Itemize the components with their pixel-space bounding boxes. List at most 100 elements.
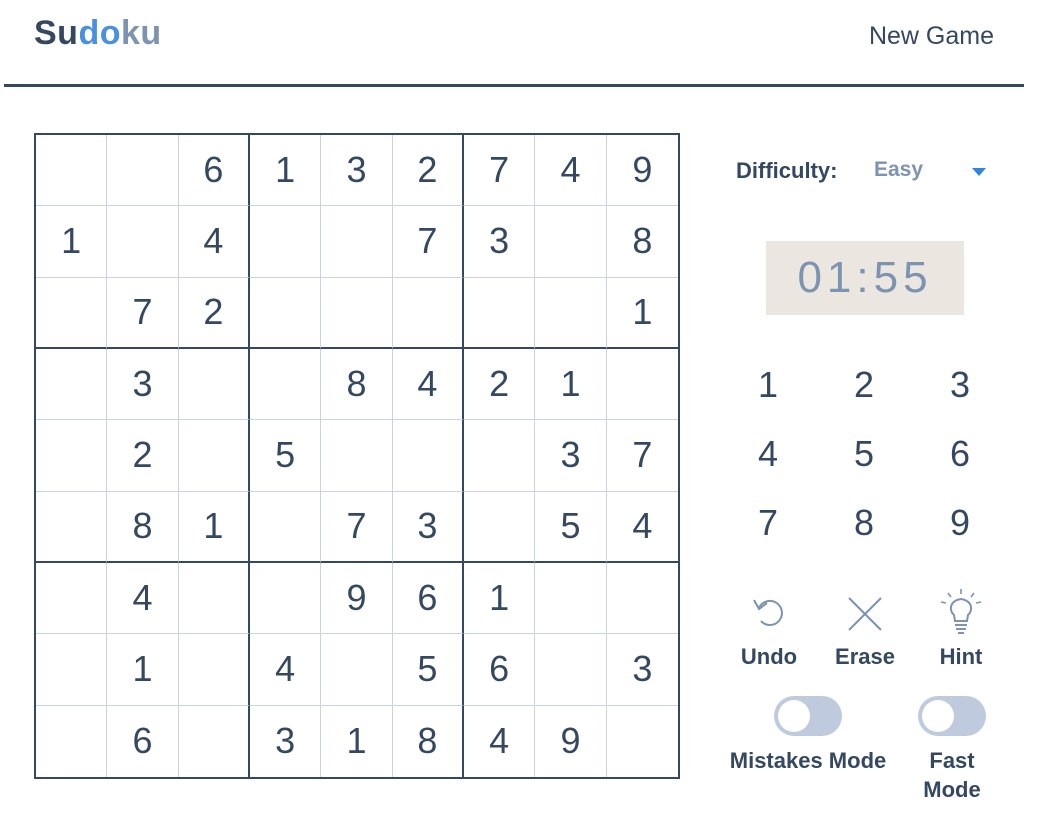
sudoku-cell[interactable]: [36, 420, 108, 492]
sudoku-cell[interactable]: [392, 420, 464, 492]
sudoku-cell[interactable]: 3: [464, 206, 536, 278]
sudoku-cell[interactable]: 5: [535, 491, 607, 563]
sudoku-cell[interactable]: [179, 705, 250, 777]
sudoku-cell[interactable]: [36, 135, 108, 207]
sudoku-cell[interactable]: 9: [321, 563, 393, 635]
sudoku-cell[interactable]: 7: [107, 277, 179, 349]
sudoku-cell[interactable]: [250, 491, 322, 563]
sudoku-cell[interactable]: 2: [464, 349, 536, 421]
sudoku-cell[interactable]: 4: [250, 634, 322, 706]
sudoku-cell[interactable]: [535, 563, 607, 635]
sudoku-cell[interactable]: [321, 634, 393, 706]
sudoku-cell[interactable]: 3: [250, 705, 322, 777]
sudoku-cell[interactable]: 3: [321, 135, 393, 207]
sudoku-cell[interactable]: [250, 349, 322, 421]
sudoku-cell[interactable]: [321, 420, 393, 492]
header-divider: [4, 84, 1024, 87]
sudoku-cell[interactable]: 3: [107, 349, 179, 421]
sudoku-cell[interactable]: 4: [535, 135, 607, 207]
erase-button[interactable]: Erase: [820, 588, 910, 676]
sudoku-cell[interactable]: 8: [606, 206, 678, 278]
sudoku-cell[interactable]: 7: [464, 135, 536, 207]
sudoku-cell[interactable]: [607, 706, 678, 777]
sudoku-cell[interactable]: [535, 634, 607, 706]
sudoku-cell[interactable]: 2: [392, 135, 464, 207]
sudoku-cell[interactable]: 2: [178, 277, 250, 349]
sudoku-cell[interactable]: 4: [464, 705, 536, 777]
sudoku-cell[interactable]: [178, 349, 250, 421]
numpad-button[interactable]: 8: [816, 488, 912, 557]
sudoku-cell[interactable]: 1: [535, 349, 607, 421]
sudoku-cell[interactable]: [250, 206, 322, 278]
difficulty-select[interactable]: Easy: [874, 158, 994, 186]
sudoku-cell[interactable]: 9: [535, 705, 607, 777]
mistakes-mode-toggle[interactable]: [774, 696, 842, 736]
new-game-button[interactable]: New Game: [869, 22, 994, 51]
sudoku-cell[interactable]: 2: [107, 420, 179, 492]
numpad-button[interactable]: 5: [816, 419, 912, 488]
sudoku-cell[interactable]: 7: [392, 206, 464, 278]
sudoku-cell[interactable]: [250, 563, 322, 635]
sudoku-cell[interactable]: [178, 420, 250, 492]
sudoku-cell[interactable]: 9: [606, 135, 678, 207]
sudoku-cell[interactable]: 5: [392, 634, 464, 706]
sudoku-cell[interactable]: 1: [107, 634, 179, 706]
sudoku-cell[interactable]: 1: [464, 563, 536, 635]
sudoku-cell[interactable]: 3: [606, 634, 678, 706]
sudoku-cell[interactable]: [464, 277, 536, 349]
sudoku-cell[interactable]: [606, 563, 678, 635]
sudoku-cell[interactable]: 6: [107, 705, 179, 777]
sudoku-cell[interactable]: [36, 349, 108, 421]
app-logo[interactable]: Sudoku: [34, 14, 162, 53]
sudoku-cell[interactable]: 6: [178, 135, 250, 207]
sudoku-cell[interactable]: 8: [321, 349, 393, 421]
sudoku-cell[interactable]: [321, 206, 393, 278]
sudoku-cell[interactable]: [535, 277, 607, 349]
sudoku-cell[interactable]: 6: [464, 634, 536, 706]
sudoku-cell[interactable]: [464, 491, 536, 563]
logo-part-3: ku: [121, 14, 162, 52]
sudoku-cell[interactable]: 8: [393, 705, 464, 777]
numpad-button[interactable]: 7: [720, 488, 816, 557]
sudoku-cell[interactable]: 7: [321, 491, 393, 563]
sudoku-cell[interactable]: 7: [606, 420, 678, 492]
sudoku-cell[interactable]: 8: [107, 491, 179, 563]
numpad-button[interactable]: 3: [912, 350, 1008, 419]
sudoku-cell[interactable]: [250, 277, 322, 349]
sudoku-cell[interactable]: 4: [392, 349, 464, 421]
sudoku-cell[interactable]: [321, 277, 393, 349]
sudoku-cell[interactable]: 1: [321, 705, 393, 777]
sudoku-cell[interactable]: 1: [606, 278, 678, 349]
undo-button[interactable]: Undo: [724, 588, 814, 676]
sudoku-cell[interactable]: [36, 563, 108, 635]
sudoku-cell[interactable]: 3: [535, 420, 607, 492]
sudoku-cell[interactable]: [392, 277, 464, 349]
sudoku-cell[interactable]: [36, 277, 108, 349]
sudoku-cell[interactable]: [36, 705, 108, 777]
sudoku-cell[interactable]: 6: [392, 563, 464, 635]
sudoku-cell[interactable]: 4: [107, 563, 179, 635]
sudoku-cell[interactable]: [178, 634, 250, 706]
sudoku-cell[interactable]: 1: [36, 206, 108, 278]
sudoku-cell[interactable]: [178, 563, 250, 635]
numpad-button[interactable]: 6: [912, 419, 1008, 488]
numpad-button[interactable]: 1: [720, 350, 816, 419]
sudoku-cell[interactable]: 1: [178, 491, 250, 563]
numpad-button[interactable]: 4: [720, 419, 816, 488]
sudoku-cell[interactable]: 4: [606, 492, 678, 563]
sudoku-cell[interactable]: [107, 135, 179, 207]
sudoku-cell[interactable]: 4: [178, 206, 250, 278]
sudoku-cell[interactable]: [107, 206, 179, 278]
numpad-button[interactable]: 9: [912, 488, 1008, 557]
sudoku-cell[interactable]: [36, 491, 108, 563]
hint-button[interactable]: Hint: [916, 588, 1006, 676]
fast-mode-toggle[interactable]: [918, 696, 986, 736]
sudoku-cell[interactable]: 5: [250, 420, 322, 492]
numpad-button[interactable]: 2: [816, 350, 912, 419]
sudoku-cell[interactable]: [535, 206, 607, 278]
sudoku-cell[interactable]: 3: [392, 491, 464, 563]
sudoku-cell[interactable]: [464, 420, 536, 492]
sudoku-cell[interactable]: [606, 349, 678, 421]
sudoku-cell[interactable]: [36, 634, 108, 706]
sudoku-cell[interactable]: 1: [250, 135, 322, 207]
